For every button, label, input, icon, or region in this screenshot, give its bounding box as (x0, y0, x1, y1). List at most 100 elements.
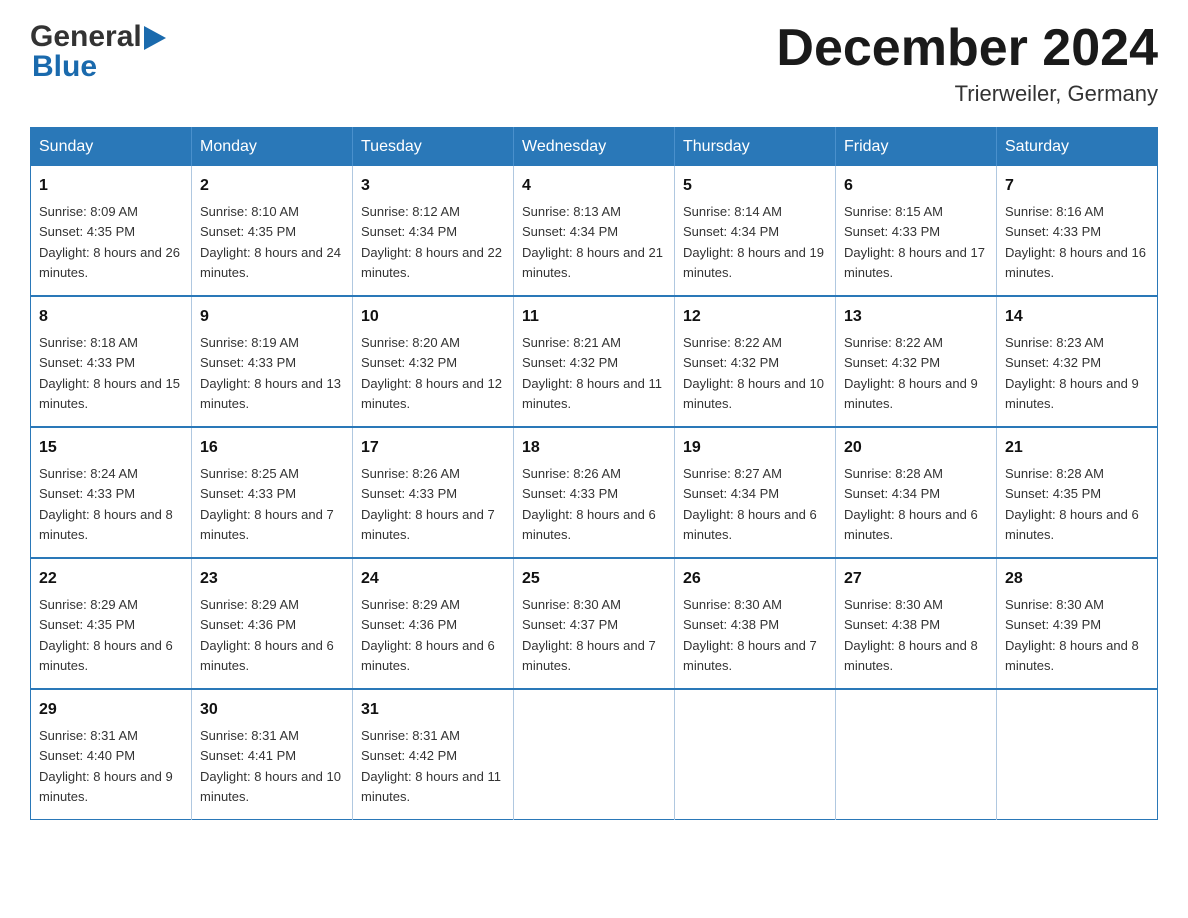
day-info: Sunrise: 8:22 AMSunset: 4:32 PMDaylight:… (844, 335, 978, 411)
calendar-cell: 25 Sunrise: 8:30 AMSunset: 4:37 PMDayligh… (514, 558, 675, 689)
day-number: 21 (1005, 436, 1149, 460)
calendar-cell: 21 Sunrise: 8:28 AMSunset: 4:35 PMDayligh… (997, 427, 1158, 558)
day-number: 24 (361, 567, 505, 591)
calendar-cell: 6Sunrise: 8:15 AMSunset: 4:33 PMDaylight… (836, 166, 997, 296)
day-info: Sunrise: 8:28 AMSunset: 4:35 PMDaylight:… (1005, 466, 1139, 542)
calendar-cell (514, 689, 675, 820)
calendar-week-row: 1 Sunrise: 8:09 AMSunset: 4:35 PMDaylight… (31, 166, 1158, 296)
day-number: 9 (200, 305, 344, 329)
day-number: 23 (200, 567, 344, 591)
day-info: Sunrise: 8:29 AMSunset: 4:36 PMDaylight:… (361, 597, 495, 673)
weekday-header-monday: Monday (192, 128, 353, 167)
day-info: Sunrise: 8:16 AMSunset: 4:33 PMDaylight:… (1005, 204, 1146, 280)
calendar-week-row: 8Sunrise: 8:18 AMSunset: 4:33 PMDaylight… (31, 296, 1158, 427)
weekday-header-friday: Friday (836, 128, 997, 167)
day-info: Sunrise: 8:30 AMSunset: 4:37 PMDaylight:… (522, 597, 656, 673)
logo: General Blue (30, 20, 166, 84)
calendar-cell: 12 Sunrise: 8:22 AMSunset: 4:32 PMDayligh… (675, 296, 836, 427)
day-number: 19 (683, 436, 827, 460)
logo-general: General (30, 20, 142, 54)
day-number: 12 (683, 305, 827, 329)
calendar-cell: 15 Sunrise: 8:24 AMSunset: 4:33 PMDayligh… (31, 427, 192, 558)
calendar-cell: 30 Sunrise: 8:31 AMSunset: 4:41 PMDayligh… (192, 689, 353, 820)
day-number: 7 (1005, 174, 1149, 198)
calendar-cell: 1 Sunrise: 8:09 AMSunset: 4:35 PMDaylight… (31, 166, 192, 296)
calendar-cell: 27Sunrise: 8:30 AMSunset: 4:38 PMDayligh… (836, 558, 997, 689)
calendar-cell: 11Sunrise: 8:21 AMSunset: 4:32 PMDayligh… (514, 296, 675, 427)
day-info: Sunrise: 8:31 AMSunset: 4:41 PMDaylight:… (200, 728, 341, 804)
calendar-cell: 13 Sunrise: 8:22 AMSunset: 4:32 PMDayligh… (836, 296, 997, 427)
day-number: 11 (522, 305, 666, 329)
calendar-cell: 8Sunrise: 8:18 AMSunset: 4:33 PMDaylight… (31, 296, 192, 427)
calendar-cell: 9 Sunrise: 8:19 AMSunset: 4:33 PMDaylight… (192, 296, 353, 427)
calendar-cell: 17 Sunrise: 8:26 AMSunset: 4:33 PMDayligh… (353, 427, 514, 558)
day-info: Sunrise: 8:15 AMSunset: 4:33 PMDaylight:… (844, 204, 985, 280)
day-info: Sunrise: 8:12 AMSunset: 4:34 PMDaylight:… (361, 204, 502, 280)
calendar-cell: 4Sunrise: 8:13 AMSunset: 4:34 PMDaylight… (514, 166, 675, 296)
day-number: 30 (200, 698, 344, 722)
day-info: Sunrise: 8:30 AMSunset: 4:39 PMDaylight:… (1005, 597, 1139, 673)
day-info: Sunrise: 8:24 AMSunset: 4:33 PMDaylight:… (39, 466, 173, 542)
day-number: 15 (39, 436, 183, 460)
calendar-cell: 2 Sunrise: 8:10 AMSunset: 4:35 PMDaylight… (192, 166, 353, 296)
calendar-table: SundayMondayTuesdayWednesdayThursdayFrid… (30, 127, 1158, 820)
day-info: Sunrise: 8:22 AMSunset: 4:32 PMDaylight:… (683, 335, 824, 411)
day-info: Sunrise: 8:26 AMSunset: 4:33 PMDaylight:… (361, 466, 495, 542)
weekday-header-tuesday: Tuesday (353, 128, 514, 167)
day-number: 2 (200, 174, 344, 198)
calendar-cell: 24 Sunrise: 8:29 AMSunset: 4:36 PMDayligh… (353, 558, 514, 689)
day-info: Sunrise: 8:19 AMSunset: 4:33 PMDaylight:… (200, 335, 341, 411)
day-info: Sunrise: 8:25 AMSunset: 4:33 PMDaylight:… (200, 466, 334, 542)
calendar-week-row: 22Sunrise: 8:29 AMSunset: 4:35 PMDayligh… (31, 558, 1158, 689)
day-info: Sunrise: 8:09 AMSunset: 4:35 PMDaylight:… (39, 204, 180, 280)
calendar-week-row: 15 Sunrise: 8:24 AMSunset: 4:33 PMDayligh… (31, 427, 1158, 558)
calendar-cell: 7 Sunrise: 8:16 AMSunset: 4:33 PMDaylight… (997, 166, 1158, 296)
calendar-cell (675, 689, 836, 820)
day-number: 25 (522, 567, 666, 591)
calendar-cell: 19 Sunrise: 8:27 AMSunset: 4:34 PMDayligh… (675, 427, 836, 558)
calendar-cell: 29 Sunrise: 8:31 AMSunset: 4:40 PMDayligh… (31, 689, 192, 820)
calendar-cell: 26 Sunrise: 8:30 AMSunset: 4:38 PMDayligh… (675, 558, 836, 689)
day-info: Sunrise: 8:13 AMSunset: 4:34 PMDaylight:… (522, 204, 663, 280)
day-number: 14 (1005, 305, 1149, 329)
day-info: Sunrise: 8:29 AMSunset: 4:36 PMDaylight:… (200, 597, 334, 673)
calendar-cell (836, 689, 997, 820)
calendar-cell: 10 Sunrise: 8:20 AMSunset: 4:32 PMDayligh… (353, 296, 514, 427)
calendar-week-row: 29 Sunrise: 8:31 AMSunset: 4:40 PMDayligh… (31, 689, 1158, 820)
logo-triangle-icon (144, 26, 166, 50)
day-info: Sunrise: 8:30 AMSunset: 4:38 PMDaylight:… (683, 597, 817, 673)
calendar-cell (997, 689, 1158, 820)
day-number: 31 (361, 698, 505, 722)
calendar-cell: 20 Sunrise: 8:28 AMSunset: 4:34 PMDayligh… (836, 427, 997, 558)
day-info: Sunrise: 8:10 AMSunset: 4:35 PMDaylight:… (200, 204, 341, 280)
weekday-header-sunday: Sunday (31, 128, 192, 167)
day-info: Sunrise: 8:31 AMSunset: 4:40 PMDaylight:… (39, 728, 173, 804)
calendar-cell: 23 Sunrise: 8:29 AMSunset: 4:36 PMDayligh… (192, 558, 353, 689)
day-info: Sunrise: 8:26 AMSunset: 4:33 PMDaylight:… (522, 466, 656, 542)
day-info: Sunrise: 8:23 AMSunset: 4:32 PMDaylight:… (1005, 335, 1139, 411)
title-section: December 2024 Trierweiler, Germany (776, 20, 1158, 107)
day-info: Sunrise: 8:20 AMSunset: 4:32 PMDaylight:… (361, 335, 502, 411)
day-number: 26 (683, 567, 827, 591)
day-number: 1 (39, 174, 183, 198)
day-number: 28 (1005, 567, 1149, 591)
day-info: Sunrise: 8:27 AMSunset: 4:34 PMDaylight:… (683, 466, 817, 542)
page-header: General Blue December 2024 Trierweiler, … (30, 20, 1158, 107)
day-number: 17 (361, 436, 505, 460)
day-number: 18 (522, 436, 666, 460)
day-number: 5 (683, 174, 827, 198)
calendar-cell: 14 Sunrise: 8:23 AMSunset: 4:32 PMDayligh… (997, 296, 1158, 427)
day-number: 3 (361, 174, 505, 198)
day-info: Sunrise: 8:28 AMSunset: 4:34 PMDaylight:… (844, 466, 978, 542)
weekday-header-row: SundayMondayTuesdayWednesdayThursdayFrid… (31, 128, 1158, 167)
day-number: 16 (200, 436, 344, 460)
day-number: 8 (39, 305, 183, 329)
day-number: 20 (844, 436, 988, 460)
logo-blue: Blue (32, 50, 97, 84)
day-number: 29 (39, 698, 183, 722)
day-info: Sunrise: 8:31 AMSunset: 4:42 PMDaylight:… (361, 728, 501, 804)
day-number: 22 (39, 567, 183, 591)
calendar-cell: 5Sunrise: 8:14 AMSunset: 4:34 PMDaylight… (675, 166, 836, 296)
day-number: 10 (361, 305, 505, 329)
day-number: 13 (844, 305, 988, 329)
